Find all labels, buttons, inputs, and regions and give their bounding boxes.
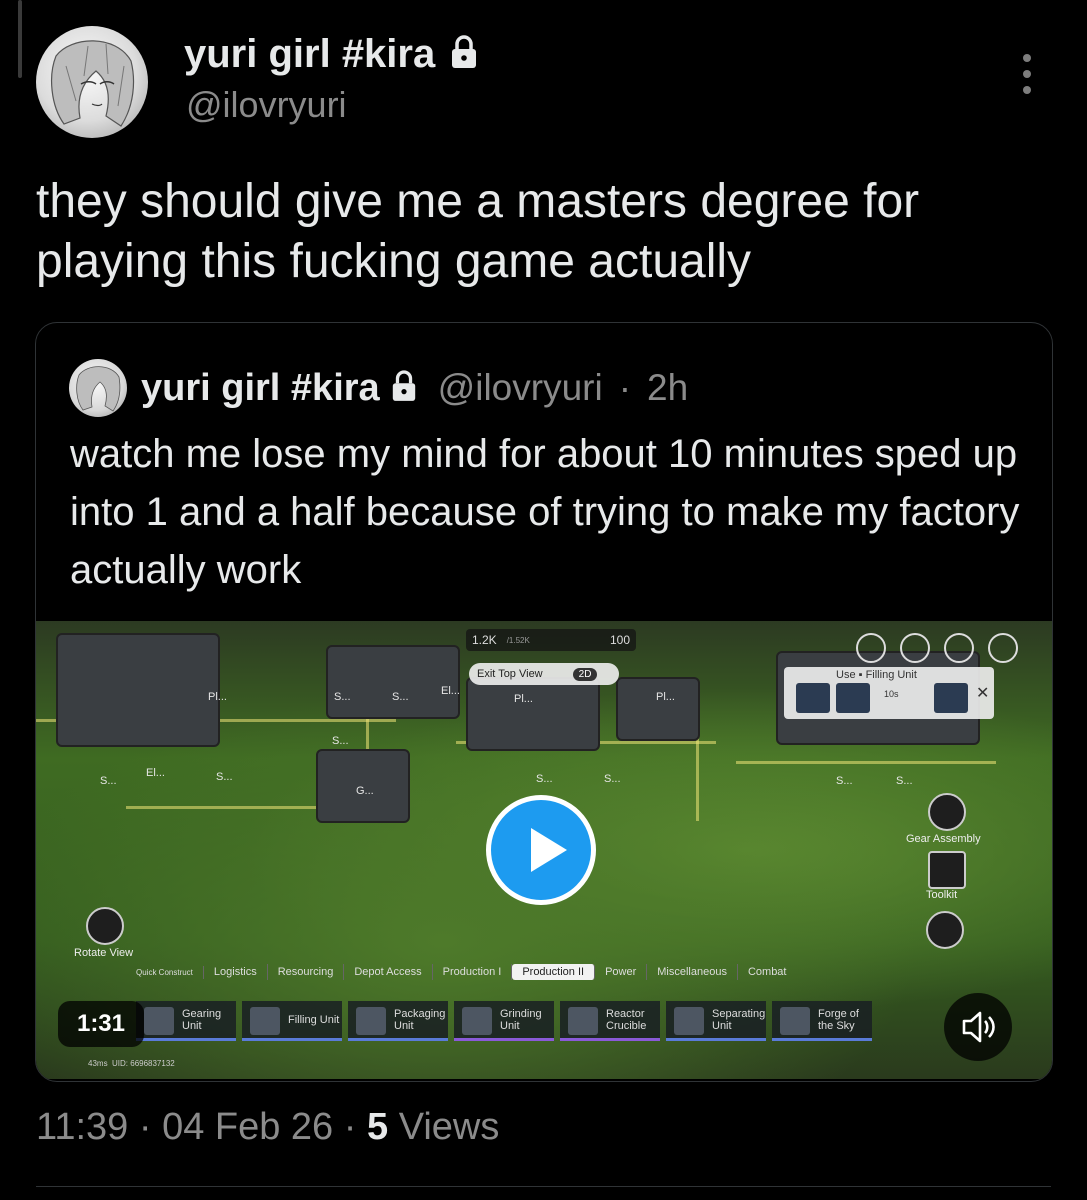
building-label: G...: [356, 785, 374, 797]
rotate-view-label: Rotate View: [74, 947, 134, 959]
separator: ·: [618, 367, 632, 408]
unit-card[interactable]: Gearing Unit: [136, 1001, 236, 1041]
building-label: El...: [441, 685, 460, 697]
category-tab[interactable]: Production I: [433, 964, 513, 980]
unit-card[interactable]: Reactor Crucible: [560, 1001, 660, 1041]
building-label: S...: [100, 775, 117, 787]
thread-line: [18, 0, 22, 78]
quoted-avatar: [69, 359, 127, 417]
tweet-meta: 11:39 · 04 Feb 26 · 5 Views: [36, 1106, 499, 1149]
category-tab[interactable]: Logistics: [204, 964, 268, 980]
author-handle[interactable]: @ilovryuri: [186, 84, 347, 126]
exit-view-label: Exit Top View: [477, 668, 543, 680]
building-label: Pl...: [208, 691, 227, 703]
unit-card[interactable]: Filling Unit: [242, 1001, 342, 1041]
building-label: S...: [216, 771, 233, 783]
building-label: S...: [836, 775, 853, 787]
separator: ·: [138, 1106, 152, 1148]
resource-value: 1.2K: [472, 633, 497, 647]
item-slot[interactable]: [934, 683, 968, 713]
quoted-age: 2h: [647, 367, 689, 408]
item-slot[interactable]: [836, 683, 870, 713]
category-tab[interactable]: Resourcing: [268, 964, 345, 980]
play-icon[interactable]: [486, 795, 596, 905]
use-title: Use ▪ Filling Unit: [836, 669, 917, 681]
category-tab[interactable]: Quick Construct: [126, 965, 204, 979]
category-tab[interactable]: Power: [595, 964, 648, 980]
unit-card[interactable]: Grinding Unit: [454, 1001, 554, 1041]
ping-readout: 43ms UID: 6696837132: [88, 1059, 175, 1068]
quoted-tweet[interactable]: yuri girl #kira @ilovryuri · 2h watch me…: [35, 322, 1053, 1082]
building-label: S...: [536, 773, 553, 785]
building-label: El...: [146, 767, 165, 779]
inventory-icon[interactable]: [944, 633, 974, 663]
toolkit-label: Toolkit: [926, 889, 958, 901]
video-player[interactable]: Pl... S... S... El... Pl... Pl... S... S…: [36, 621, 1052, 1079]
back-icon[interactable]: [856, 633, 886, 663]
tweet-text: they should give me a masters degree for…: [36, 175, 920, 288]
volume-icon[interactable]: [944, 993, 1012, 1061]
close-icon[interactable]: ✕: [976, 683, 989, 703]
divider: [36, 1186, 1051, 1187]
building-label: Pl...: [656, 691, 675, 703]
category-tab-selected[interactable]: Production II: [512, 964, 596, 980]
unit-card[interactable]: Forge of the Sky: [772, 1001, 872, 1041]
item-icon[interactable]: [926, 911, 964, 949]
item-slot[interactable]: [796, 683, 830, 713]
building-label: Pl...: [514, 693, 533, 705]
toolkit-icon[interactable]: [928, 851, 966, 889]
quoted-handle[interactable]: @ilovryuri: [438, 367, 603, 409]
resource-max: /1.52K: [506, 635, 530, 645]
category-bar: Quick Construct Logistics Resourcing Dep…: [126, 961, 956, 983]
process-timer: 10s: [884, 689, 899, 699]
lock-icon: [449, 35, 479, 74]
building-label: S...: [896, 775, 913, 787]
separator: ·: [343, 1106, 357, 1148]
more-icon[interactable]: [1016, 54, 1038, 94]
quoted-header: yuri girl #kira @ilovryuri · 2h: [69, 359, 688, 417]
building-label: S...: [334, 691, 351, 703]
author-avatar[interactable]: [36, 26, 148, 138]
video-duration: 1:31: [58, 1001, 144, 1047]
quoted-text: watch me lose my mind for about 10 minut…: [70, 432, 1020, 592]
unit-card[interactable]: Separating Unit: [666, 1001, 766, 1041]
gear-assembly-icon[interactable]: [928, 793, 966, 831]
category-tab[interactable]: Miscellaneous: [647, 964, 738, 980]
views-count: 5: [366, 1106, 389, 1148]
building-label: S...: [392, 691, 409, 703]
views-label: Views: [398, 1106, 500, 1148]
category-tab[interactable]: Combat: [738, 964, 797, 980]
build-icon[interactable]: [900, 633, 930, 663]
author-display-name[interactable]: yuri girl #kira: [184, 32, 435, 77]
settings-icon[interactable]: [988, 633, 1018, 663]
author-name-row: yuri girl #kira: [184, 32, 479, 77]
gear-assembly-label: Gear Assembly: [906, 833, 981, 845]
date[interactable]: 04 Feb 26: [162, 1106, 333, 1148]
view-mode-toggle[interactable]: 2D: [572, 667, 598, 681]
quoted-display-name[interactable]: yuri girl #kira: [141, 367, 380, 410]
exit-top-view-button[interactable]: Exit Top View 2D: [469, 663, 619, 685]
unit-bar: Gearing Unit Filling Unit Packaging Unit…: [136, 1001, 872, 1041]
resource-hud: 1.2K /1.52K 100: [466, 629, 636, 651]
building-label: S...: [604, 773, 621, 785]
use-panel: Use ▪ Filling Unit 10s ✕: [784, 667, 994, 719]
timestamp[interactable]: 11:39: [36, 1106, 128, 1148]
lock-icon: [390, 369, 418, 407]
percent-value: 100: [609, 633, 630, 647]
game-toolbar: [856, 633, 1018, 663]
building-label: S...: [332, 735, 349, 747]
rotate-view-icon[interactable]: [86, 907, 124, 945]
category-tab[interactable]: Depot Access: [344, 964, 433, 980]
unit-card[interactable]: Packaging Unit: [348, 1001, 448, 1041]
